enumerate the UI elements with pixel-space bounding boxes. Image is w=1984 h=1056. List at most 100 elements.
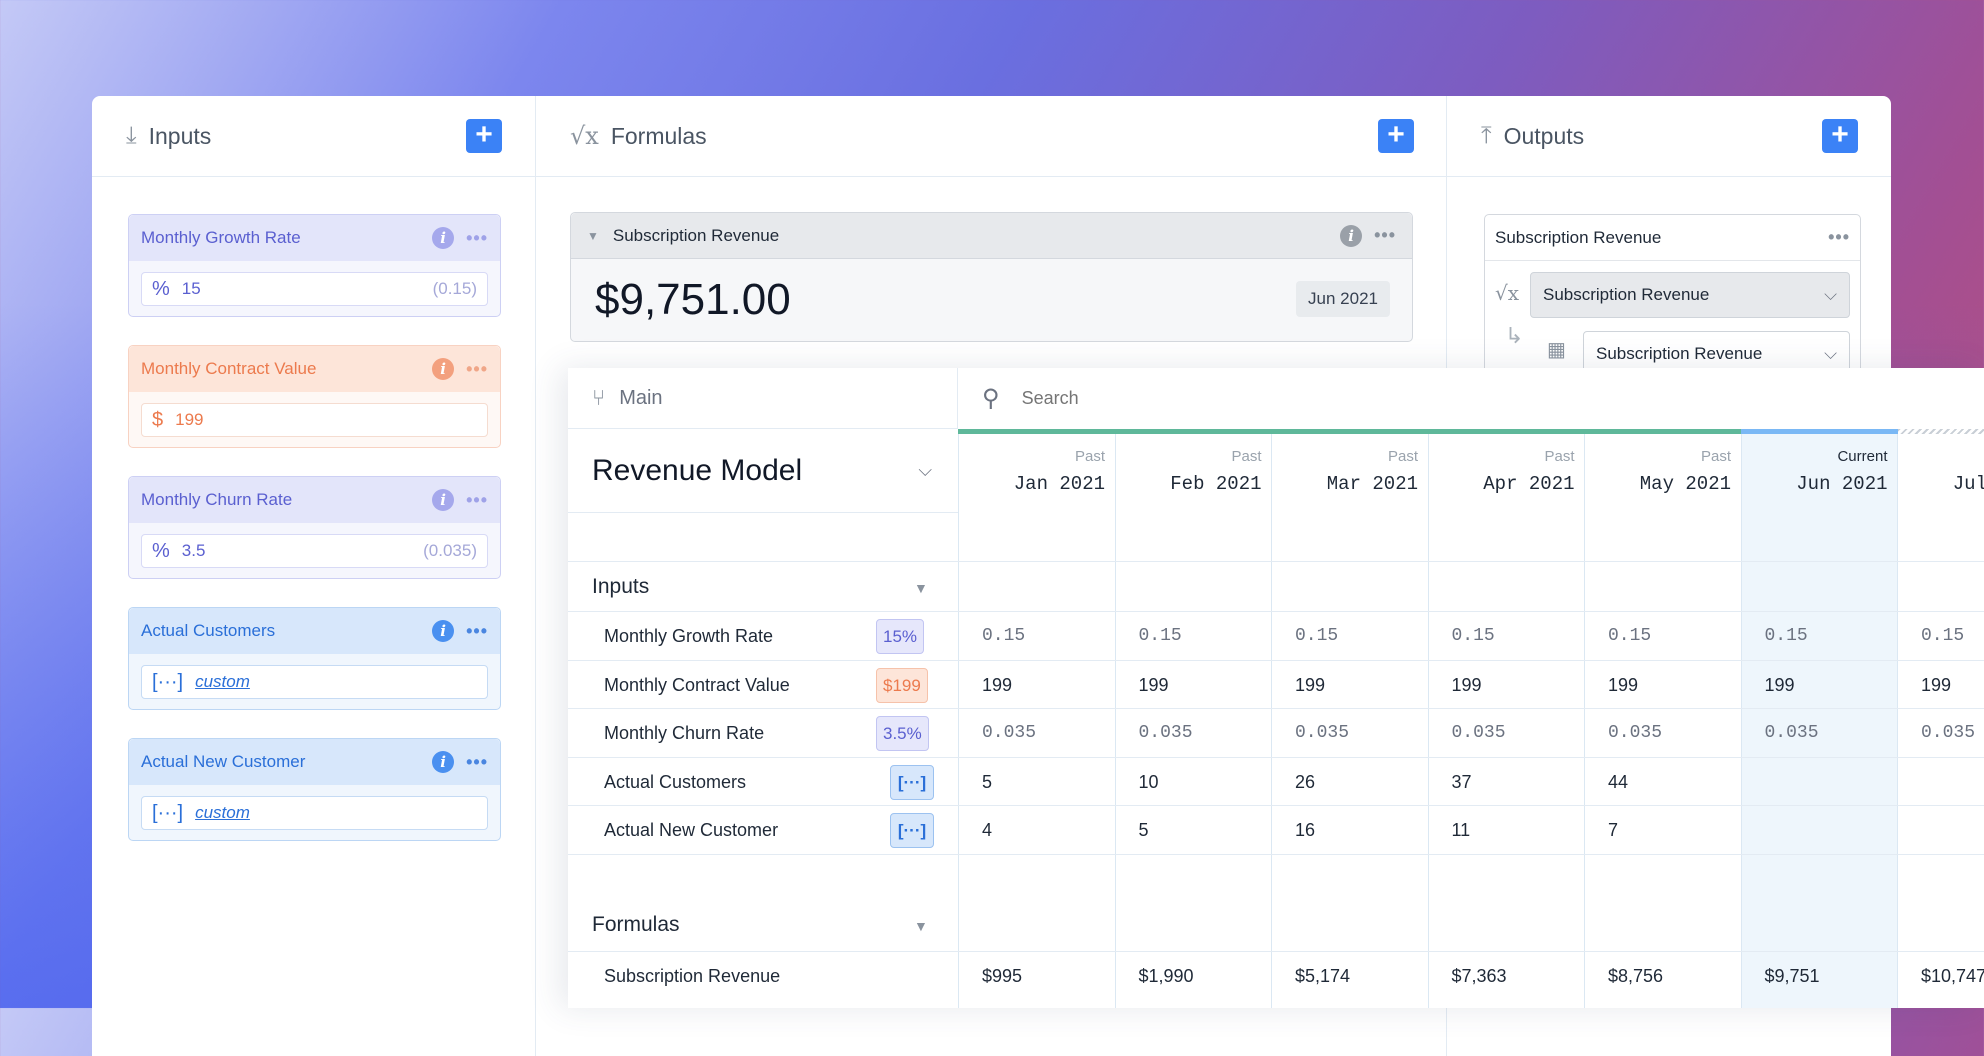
formula-select[interactable]: Subscription Revenue ⌵ [1530, 272, 1850, 318]
more-icon[interactable]: ••• [466, 752, 488, 773]
table-cell[interactable]: 37 [1452, 758, 1472, 806]
row-label: Monthly Growth Rate [604, 626, 774, 646]
table-cell[interactable]: 44 [1608, 758, 1628, 806]
collapse-caret-icon[interactable]: ▼ [914, 918, 928, 934]
table-cell[interactable]: 0.15 [1921, 612, 1964, 660]
input-field[interactable]: [···] custom [141, 796, 488, 830]
table-cell[interactable]: 0.15 [1452, 612, 1495, 660]
table-cell[interactable]: 199 [1452, 661, 1482, 709]
table-row: Subscription Revenue $995 $1,990 $5,174 $7,3… [568, 951, 1984, 1000]
function-icon: √x [1495, 281, 1520, 305]
table-cell[interactable]: 7 [1608, 806, 1618, 854]
input-field[interactable]: % 3.5 (0.035) [141, 534, 488, 568]
value-badge[interactable]: [···] [890, 813, 934, 849]
info-icon[interactable]: i [432, 227, 455, 249]
collapse-caret-icon[interactable]: ▼ [587, 229, 599, 243]
table-cell[interactable]: $7,363 [1452, 952, 1507, 1000]
value-badge[interactable]: 3.5% [876, 716, 929, 752]
table-cell[interactable]: 199 [1765, 661, 1795, 709]
formulas-section-header[interactable]: Formulas [592, 913, 680, 937]
table-cell[interactable]: 0.15 [1295, 612, 1338, 660]
input-name: Monthly Contract Value [141, 359, 317, 378]
table-cell[interactable]: 0.15 [982, 612, 1025, 660]
table-cell[interactable]: 10 [1139, 758, 1159, 806]
table-cell[interactable]: $8,756 [1608, 952, 1663, 1000]
input-field[interactable]: $ 199 [141, 403, 488, 437]
info-icon[interactable]: i [432, 751, 455, 773]
input-card[interactable]: Actual Customers i ••• [···] custom [128, 607, 501, 710]
month-label: Jul 2021 [1952, 473, 1984, 495]
table-cell[interactable]: $9,751 [1765, 952, 1820, 1000]
table-cell[interactable]: 0.035 [982, 709, 1036, 757]
table-cell[interactable]: 0.035 [1608, 709, 1662, 757]
info-icon[interactable]: i [432, 620, 455, 642]
more-icon[interactable]: ••• [466, 359, 488, 380]
inputs-section-header[interactable]: Inputs [592, 575, 649, 599]
table-cell[interactable]: 199 [982, 661, 1012, 709]
input-card[interactable]: Monthly Churn Rate i ••• % 3.5 (0.035) [128, 476, 501, 579]
add-output-button[interactable]: + [1822, 119, 1858, 153]
input-card[interactable]: Monthly Contract Value i ••• $ 199 [128, 345, 501, 448]
table-cell[interactable]: $995 [982, 952, 1022, 1000]
more-icon[interactable]: ••• [466, 228, 488, 249]
table-cell[interactable]: 0.035 [1452, 709, 1506, 757]
month-header: Current Jun 2021 [1741, 429, 1898, 513]
table-cell[interactable]: 5 [1139, 806, 1149, 854]
period-badge: Jun 2021 [1296, 281, 1390, 317]
upload-icon: ⤒ [1481, 122, 1492, 149]
input-name: Actual New Customer [141, 752, 306, 771]
input-card[interactable]: Actual New Customer i ••• [···] custom [128, 738, 501, 841]
more-icon[interactable]: ••• [466, 490, 488, 511]
table-cell[interactable]: 0.035 [1921, 709, 1975, 757]
branch-name: Main [619, 386, 663, 409]
table-cell[interactable]: 0.15 [1139, 612, 1182, 660]
formula-card[interactable]: ▼ Subscription Revenue i ••• $9,751.00 J… [570, 212, 1413, 342]
info-icon[interactable]: i [432, 358, 455, 380]
row-label: Subscription Revenue [604, 966, 781, 986]
table-cell[interactable]: $1,990 [1139, 952, 1194, 1000]
table-cell[interactable]: 11 [1452, 806, 1471, 854]
table-cell[interactable]: 199 [1921, 661, 1951, 709]
value-badge[interactable]: 15% [876, 619, 925, 654]
more-icon[interactable]: ••• [466, 621, 488, 642]
input-field[interactable]: [···] custom [141, 665, 488, 699]
table-cell[interactable]: 16 [1295, 806, 1315, 854]
model-selector[interactable]: Revenue Model ⌵ [568, 429, 958, 513]
table-cell[interactable]: $10,747 [1921, 952, 1984, 1000]
table-cell[interactable]: 0.035 [1139, 709, 1193, 757]
table-cell[interactable]: 4 [982, 806, 992, 854]
table-cell[interactable]: 0.15 [1765, 612, 1808, 660]
info-icon[interactable]: i [1340, 224, 1363, 247]
table-cell[interactable]: 0.035 [1295, 709, 1349, 757]
table-cell[interactable]: 5 [982, 758, 992, 806]
month-label: Mar 2021 [1326, 473, 1418, 495]
table-cell[interactable]: 199 [1139, 661, 1169, 709]
value-badge[interactable]: [···] [890, 764, 934, 800]
collapse-caret-icon[interactable]: ▼ [914, 580, 928, 596]
search-bar[interactable]: ⚲ [958, 368, 1984, 429]
model-grid: ⑂ Main ⚲ Revenue Model ⌵ Past Jan 2021 Pa… [568, 368, 1984, 1008]
info-icon[interactable]: i [432, 489, 455, 511]
branch-selector[interactable]: ⑂ Main [568, 368, 958, 429]
table-select-value: Subscription Revenue [1596, 344, 1763, 363]
value-badge[interactable]: $199 [876, 667, 928, 703]
table-cell[interactable]: 199 [1295, 661, 1325, 709]
input-card[interactable]: Monthly Growth Rate i ••• % 15 (0.15) [128, 214, 501, 317]
formulas-header: √x Formulas [536, 96, 1446, 177]
table-cell[interactable]: 0.035 [1765, 709, 1819, 757]
input-name: Monthly Growth Rate [141, 228, 301, 247]
input-value[interactable]: custom [195, 672, 477, 692]
table-cell[interactable]: 199 [1608, 661, 1638, 709]
input-value[interactable]: custom [195, 803, 477, 823]
month-label: Feb 2021 [1170, 473, 1262, 495]
table-cell[interactable]: 0.15 [1608, 612, 1651, 660]
search-input[interactable] [1021, 388, 1422, 409]
add-input-button[interactable]: + [466, 119, 502, 153]
table-cell[interactable]: 26 [1295, 758, 1315, 806]
input-field[interactable]: % 15 (0.15) [141, 272, 488, 306]
add-formula-button[interactable]: + [1378, 119, 1414, 153]
more-icon[interactable]: ••• [1828, 227, 1850, 248]
table-cell[interactable]: $5,174 [1295, 952, 1350, 1000]
search-icon: ⚲ [982, 385, 1000, 412]
more-icon[interactable]: ••• [1374, 225, 1396, 246]
